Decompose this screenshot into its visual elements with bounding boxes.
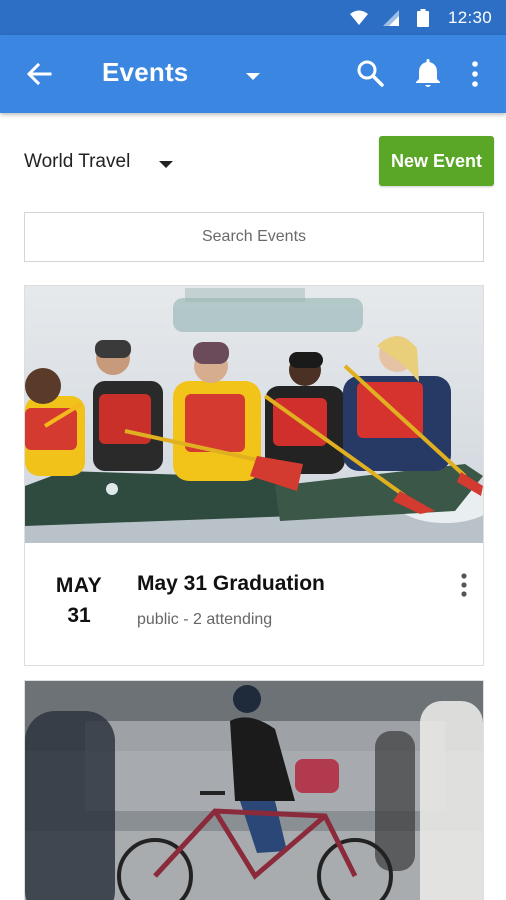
chevron-down-icon xyxy=(158,157,174,168)
event-more-icon[interactable] xyxy=(457,572,471,598)
back-arrow-icon[interactable] xyxy=(24,60,54,88)
page-title: Events xyxy=(102,57,189,87)
event-card[interactable]: MAY 31 May 31 Graduation public - 2 atte… xyxy=(24,285,484,666)
wifi-icon xyxy=(349,9,368,27)
search-icon[interactable] xyxy=(356,59,384,87)
dropdown-icon[interactable] xyxy=(245,69,261,80)
group-selector-label: World Travel xyxy=(24,151,131,172)
event-day: 31 xyxy=(67,604,91,627)
more-vert-icon[interactable] xyxy=(466,59,484,89)
signal-icon xyxy=(382,9,400,27)
group-selector[interactable]: World Travel xyxy=(24,150,174,174)
search-events-box[interactable] xyxy=(24,212,484,262)
status-bar: 12:30 xyxy=(0,0,506,35)
event-date: MAY 31 xyxy=(39,574,119,628)
new-event-button[interactable]: New Event xyxy=(379,136,494,186)
event-photo-canoe xyxy=(25,286,483,543)
event-title[interactable]: May 31 Graduation xyxy=(137,572,325,596)
bell-icon[interactable] xyxy=(414,57,442,89)
search-events-input[interactable] xyxy=(25,213,483,261)
battery-icon xyxy=(414,8,432,27)
event-card[interactable] xyxy=(24,680,484,900)
event-photo-cyclist xyxy=(25,681,483,900)
app-bar: Events xyxy=(0,35,506,113)
event-meta: public - 2 attending xyxy=(137,611,273,628)
status-time: 12:30 xyxy=(447,7,492,27)
event-month: MAY xyxy=(55,574,103,597)
